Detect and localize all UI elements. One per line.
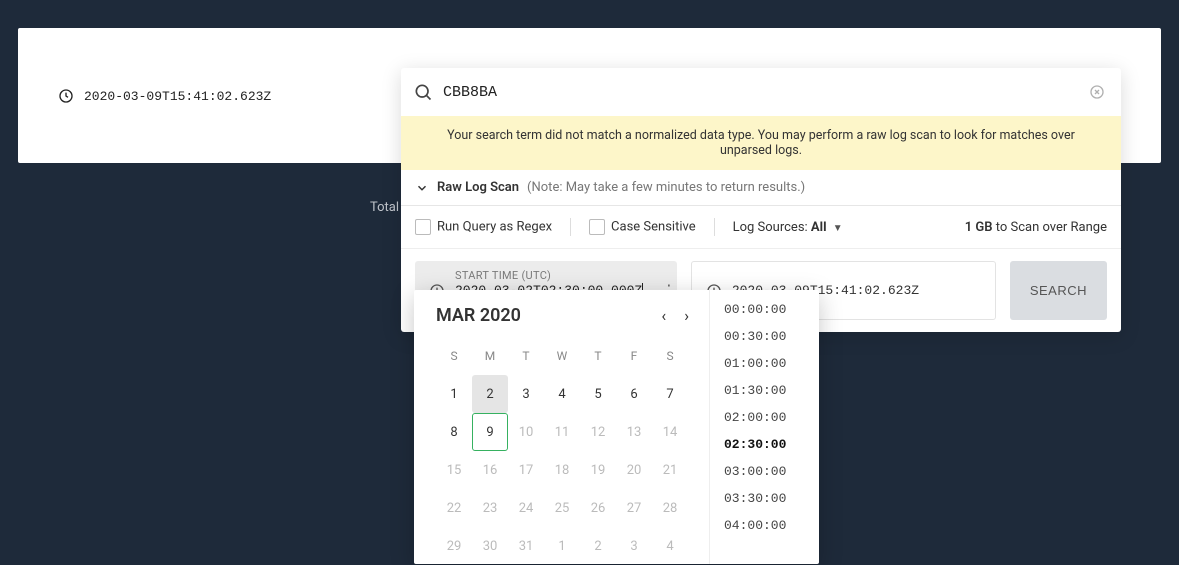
time-option[interactable]: 03:30:00 [710,485,819,512]
calendar-day[interactable]: 3 [616,527,652,565]
search-input[interactable] [443,84,1089,101]
search-button[interactable]: SEARCH [1010,261,1107,320]
scan-size-value: 1 GB [965,220,993,235]
datetime-picker: MAR 2020 ‹ › SMTWTFS12345678910111213141… [414,290,819,564]
calendar-day[interactable]: 13 [616,413,652,451]
calendar-day[interactable]: 6 [616,375,652,413]
scan-size: 1 GB to Scan over Range [965,220,1107,235]
calendar-day[interactable]: 1 [436,375,472,413]
time-option[interactable]: 00:00:00 [710,296,819,323]
calendar-day[interactable]: 30 [472,527,508,565]
raw-log-label: Raw Log Scan [437,180,519,195]
calendar-day[interactable]: 20 [616,451,652,489]
calendar-day[interactable]: 18 [544,451,580,489]
calendar-day[interactable]: 10 [508,413,544,451]
scan-size-suffix: to Scan over Range [996,220,1107,235]
event-timestamp: 2020-03-09T15:41:02.623Z [84,89,271,104]
raw-log-scan-toggle[interactable]: Raw Log Scan (Note: May take a few minut… [401,170,1121,206]
calendar-day[interactable]: 2 [472,375,508,413]
calendar-day[interactable]: 8 [436,413,472,451]
divider [570,218,571,236]
calendar-day[interactable]: 1 [544,527,580,565]
caret-down-icon: ▼ [833,223,843,234]
search-icon [413,82,433,102]
calendar-day[interactable]: 12 [580,413,616,451]
clear-icon[interactable] [1089,84,1105,100]
calendar-day[interactable]: 26 [580,489,616,527]
calendar-day[interactable]: 11 [544,413,580,451]
case-label: Case Sensitive [611,219,696,234]
calendar-day[interactable]: 4 [652,527,688,565]
calendar-day[interactable]: 9 [472,413,508,451]
regex-checkbox[interactable]: Run Query as Regex [415,219,552,235]
calendar-day[interactable]: 23 [472,489,508,527]
calendar-day[interactable]: 2 [580,527,616,565]
calendar-dow: T [508,337,544,375]
clock-icon [58,88,74,104]
calendar-day[interactable]: 19 [580,451,616,489]
calendar-day[interactable]: 3 [508,375,544,413]
time-option[interactable]: 03:00:00 [710,458,819,485]
start-time-label: START TIME (UTC) [455,269,643,282]
calendar-dow: T [580,337,616,375]
time-option[interactable]: 00:30:00 [710,323,819,350]
calendar-day[interactable]: 31 [508,527,544,565]
calendar-day[interactable]: 21 [652,451,688,489]
calendar-day[interactable]: 17 [508,451,544,489]
warning-message: Your search term did not match a normali… [401,116,1121,170]
calendar-day[interactable]: 28 [652,489,688,527]
calendar-dow: S [436,337,472,375]
time-option[interactable]: 02:30:00 [710,431,819,458]
calendar-day[interactable]: 29 [436,527,472,565]
calendar-dow: W [544,337,580,375]
divider [714,218,715,236]
time-option[interactable]: 04:00:00 [710,512,819,539]
time-option[interactable]: 01:30:00 [710,377,819,404]
calendar-day[interactable]: 4 [544,375,580,413]
calendar-day[interactable]: 14 [652,413,688,451]
time-option[interactable]: 02:00:00 [710,404,819,431]
calendar-day[interactable]: 5 [580,375,616,413]
calendar-dow: F [616,337,652,375]
calendar-title: MAR 2020 [436,305,657,326]
log-sources-label: Log Sources: [733,220,808,235]
calendar-dow: S [652,337,688,375]
calendar-day[interactable]: 25 [544,489,580,527]
prev-month-button[interactable]: ‹ [657,304,670,327]
log-sources-value: All [811,220,827,235]
calendar-day[interactable]: 15 [436,451,472,489]
calendar-day[interactable]: 16 [472,451,508,489]
calendar-dow: M [472,337,508,375]
next-month-button[interactable]: › [680,304,693,327]
log-sources-dropdown[interactable]: Log Sources: All ▼ [733,220,843,235]
scan-options-row: Run Query as Regex Case Sensitive Log So… [401,206,1121,249]
calendar-day[interactable]: 27 [616,489,652,527]
regex-label: Run Query as Regex [437,219,552,234]
calendar-day[interactable]: 22 [436,489,472,527]
time-option[interactable]: 01:00:00 [710,350,819,377]
search-bar [401,68,1121,116]
calendar: MAR 2020 ‹ › SMTWTFS12345678910111213141… [414,290,709,564]
calendar-day[interactable]: 24 [508,489,544,527]
calendar-day[interactable]: 7 [652,375,688,413]
time-list: 00:00:0000:30:0001:00:0001:30:0002:00:00… [709,290,819,564]
case-sensitive-checkbox[interactable]: Case Sensitive [589,219,696,235]
chevron-down-icon [415,181,429,195]
raw-log-note: (Note: May take a few minutes to return … [527,180,805,195]
